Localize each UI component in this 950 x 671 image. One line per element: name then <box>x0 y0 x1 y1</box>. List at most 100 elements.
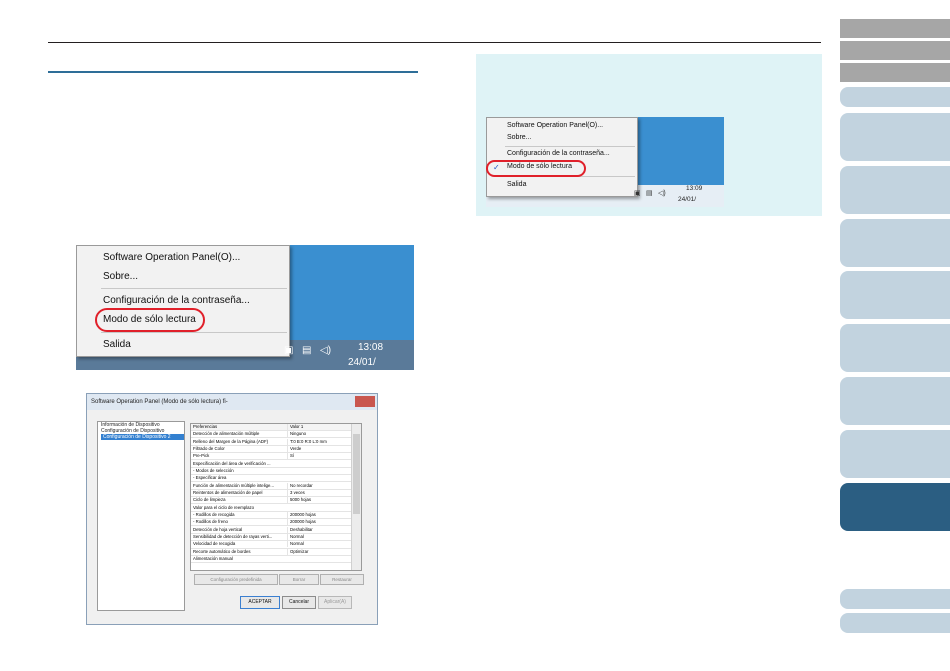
menu-item-configuracion-contrasena[interactable]: Configuración de la contraseña... <box>103 295 250 306</box>
menu-item-software-operation-panel[interactable]: Software Operation Panel(O)... <box>103 252 240 263</box>
clock-date: 24/01/ <box>348 357 376 368</box>
section-rule <box>48 71 418 73</box>
grid-row[interactable]: Filtrado de Color Verde <box>191 445 354 453</box>
menu-item-configuracion-contrasena[interactable]: Configuración de la contraseña... <box>507 150 610 157</box>
nav-tab-14[interactable] <box>840 613 950 633</box>
row-value: Optimizar <box>287 548 354 555</box>
tray-context-menu: Software Operation Panel(O)... Sobre... … <box>486 117 638 197</box>
menu-item-sobre[interactable]: Sobre... <box>103 271 138 282</box>
grid-row[interactable]: Detección de alimentación múltiple Ningun… <box>191 431 354 439</box>
network-icon[interactable]: ▤ <box>302 345 311 356</box>
ok-button[interactable]: ACEPTAR <box>240 596 280 609</box>
note-box: Software Operation Panel(O)... Sobre... … <box>476 54 822 216</box>
row-preference: Filtrado de Color <box>193 445 225 451</box>
menu-item-software-operation-panel[interactable]: Software Operation Panel(O)... <box>507 122 603 129</box>
grid-row[interactable]: Sensibilidad de detección de rayas verti… <box>191 534 354 542</box>
row-preference: Reintentos de alimentación de papel <box>193 490 263 495</box>
preset-button[interactable]: Configuración predefinida <box>194 574 278 585</box>
grid-row[interactable]: Función de alimentación múltiple intelig… <box>191 482 351 490</box>
nav-tab-5[interactable] <box>840 113 950 161</box>
menu-item-salida[interactable]: Salida <box>507 181 526 188</box>
desktop-background <box>638 117 724 185</box>
clock-date: 24/01/ <box>678 196 697 203</box>
row-preference: Valor para el ciclo de reemplazo <box>193 504 255 510</box>
nav-tab-3[interactable] <box>840 63 950 82</box>
tree-view: Información de Dispositivo Configuración… <box>97 421 185 611</box>
row-value: 200000 hojas <box>287 519 354 526</box>
clear-button[interactable]: Borrar <box>279 574 319 585</box>
row-value: Ninguno <box>287 431 354 438</box>
grid-header: Preferencias Valor 1 <box>191 424 354 432</box>
nav-tab-9[interactable] <box>840 324 950 372</box>
row-preference: Alimentación manual <box>193 556 233 562</box>
row-value: 5000 hojas <box>287 497 354 504</box>
row-preference: Pre-Pick <box>193 453 210 459</box>
clock-time: 13:09 <box>686 185 703 192</box>
row-preference: Velocidad de recogida <box>193 541 236 547</box>
nav-tab-4[interactable] <box>840 87 950 107</box>
cancel-button[interactable]: Cancelar <box>282 596 316 609</box>
menu-item-salida[interactable]: Salida <box>103 339 131 350</box>
apply-button[interactable]: Aplicar(A) <box>318 596 352 609</box>
row-value: 3 veces <box>287 490 354 496</box>
highlight-oval <box>95 308 205 332</box>
menu-separator <box>505 146 635 147</box>
nav-tab-1[interactable] <box>840 19 950 38</box>
speaker-icon[interactable]: ◁) <box>320 345 331 356</box>
grid-row[interactable]: Relleno del Margen de la Página (ADF) T:0… <box>191 438 354 446</box>
tree-item-config2[interactable]: Configuración de Dispositivo 2 <box>101 434 184 440</box>
grid-row[interactable]: Alimentación manual <box>191 556 351 564</box>
grid-scrollbar[interactable] <box>351 424 361 570</box>
menu-separator <box>101 288 287 289</box>
grid-row[interactable]: Ciclo de limpieza 5000 hojas <box>191 497 354 505</box>
grid-row[interactable]: - Rodillos de freno 200000 hojas <box>191 519 354 527</box>
nav-tab-12-active[interactable] <box>840 483 950 531</box>
nav-tab-8[interactable] <box>840 271 950 319</box>
row-preference: - Rodillos de recogida <box>193 512 235 518</box>
nav-tab-7[interactable] <box>840 219 950 267</box>
row-preference: Especificación del área de verificación … <box>193 460 271 466</box>
row-preference: Ciclo de limpieza <box>193 497 226 503</box>
row-preference: Recorte automático de bordes <box>193 548 251 554</box>
nav-tab-6[interactable] <box>840 166 950 214</box>
scroll-thumb[interactable] <box>353 434 360 514</box>
row-preference: Detección de alimentación múltiple <box>193 431 260 437</box>
row-value: Normal <box>287 534 354 541</box>
header-rule <box>48 42 821 43</box>
nav-tab-11[interactable] <box>840 430 950 478</box>
restore-button[interactable]: Restaurar <box>320 574 364 585</box>
menu-item-sobre[interactable]: Sobre... <box>507 134 532 141</box>
grid-row[interactable]: Pre-Pick Sí <box>191 453 351 461</box>
settings-grid: Preferencias Valor 1 Detección de alimen… <box>190 423 362 571</box>
grid-row[interactable]: Recorte automático de bordes Optimizar <box>191 548 354 556</box>
row-preference: - Modos de selección <box>193 467 234 473</box>
close-button[interactable] <box>355 396 375 407</box>
grid-row[interactable]: Valor para el ciclo de reemplazo <box>191 505 351 512</box>
row-preference: Sensibilidad de detección de rayas verti… <box>193 534 273 540</box>
row-value: Verde <box>287 445 354 452</box>
tray-context-menu: Software Operation Panel(O)... Sobre... … <box>76 245 290 357</box>
grid-row[interactable]: Especificación del área de verificación … <box>191 461 351 468</box>
grid-row[interactable]: Detección de hoja vertical Deshabilitar <box>191 526 351 534</box>
row-value: T:0 B:0 R:0 L:0 mm <box>287 438 354 445</box>
network-icon[interactable]: ▤ <box>646 189 653 197</box>
grid-row[interactable]: - Especificar área <box>191 475 351 483</box>
scanner-tray-icon[interactable]: ▣ <box>284 345 293 356</box>
row-preference: Relleno del Margen de la Página (ADF) <box>193 438 268 444</box>
window-title: Software Operation Panel (Modo de sólo l… <box>87 394 377 410</box>
nav-tab-13[interactable] <box>840 589 950 609</box>
grid-row[interactable]: Velocidad de recogida Normal <box>191 541 351 549</box>
nav-tab-2[interactable] <box>840 41 950 60</box>
speaker-icon[interactable]: ◁) <box>658 189 666 197</box>
scanner-tray-icon[interactable]: ▣ <box>634 189 641 197</box>
nav-tab-10[interactable] <box>840 377 950 425</box>
grid-row[interactable]: - Rodillos de recogida 200000 hojas <box>191 512 354 520</box>
row-preference: - Rodillos de freno <box>193 519 228 525</box>
sop-window: Software Operation Panel (Modo de sólo l… <box>86 393 378 625</box>
header-preferences: Preferencias <box>193 424 218 429</box>
row-value: 200000 hojas <box>287 512 354 519</box>
header-value: Valor 1 <box>287 424 354 430</box>
grid-row[interactable]: - Modos de selección <box>191 467 351 476</box>
grid-row[interactable]: Reintentos de alimentación de papel 3 vec… <box>191 490 354 498</box>
figure1-tray-screenshot: Software Operation Panel(O)... Sobre... … <box>76 245 414 370</box>
